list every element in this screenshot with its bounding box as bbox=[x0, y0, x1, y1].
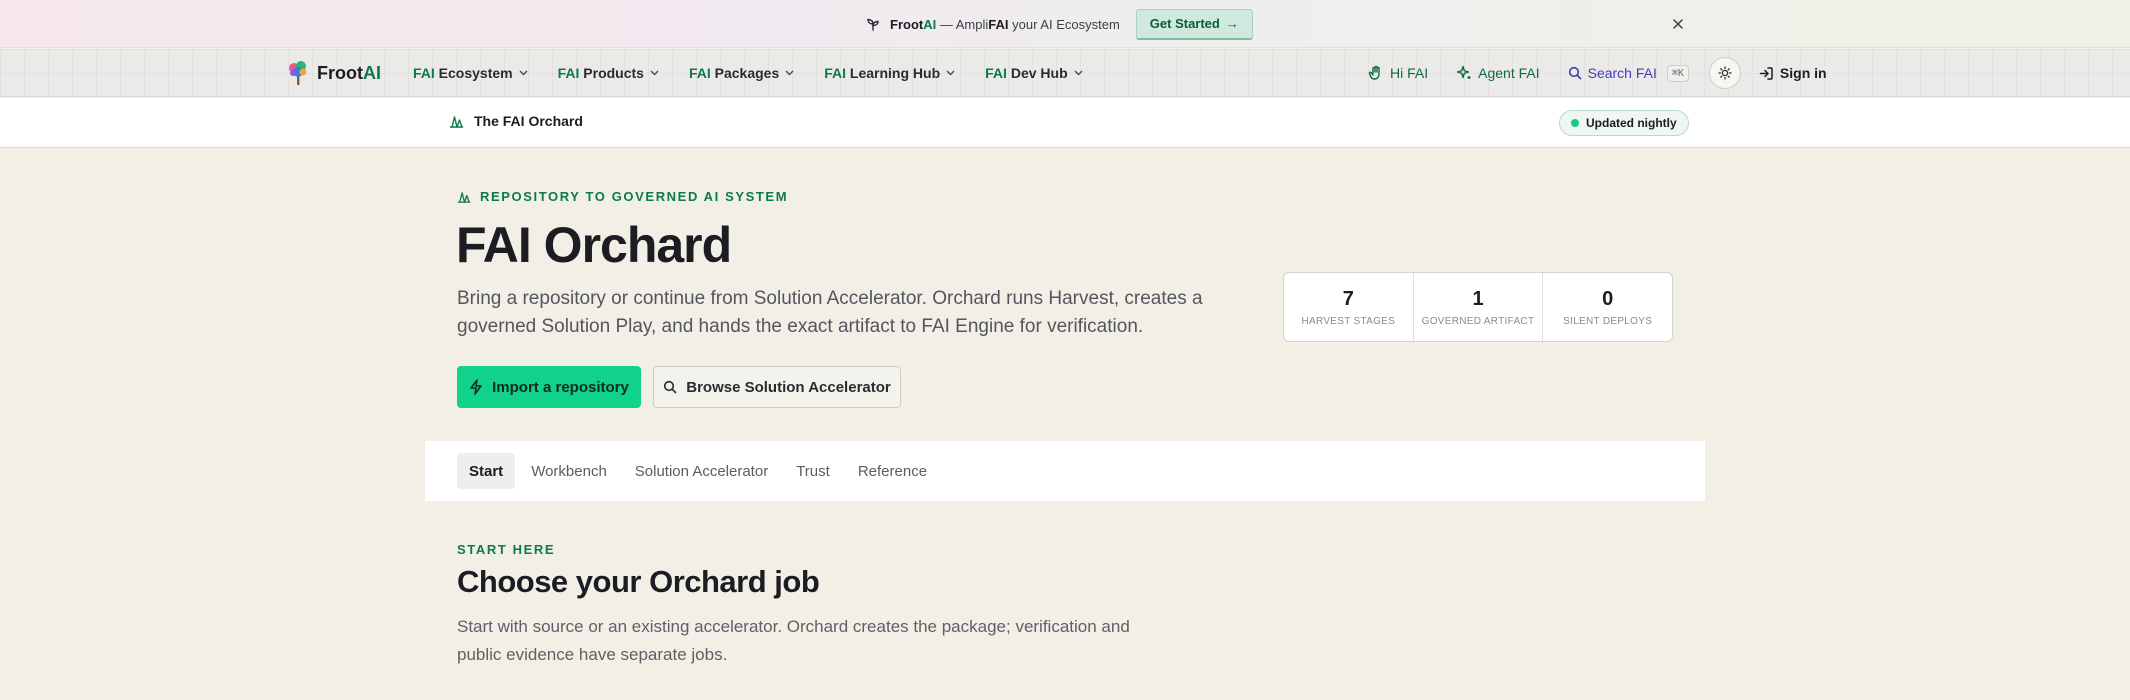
chevron-down-icon bbox=[785, 70, 794, 76]
orchard-home-link[interactable]: The FAI Orchard bbox=[449, 113, 583, 129]
browse-accelerator-label: Browse Solution Accelerator bbox=[686, 378, 891, 396]
chevron-down-icon bbox=[946, 70, 955, 76]
browse-accelerator-button[interactable]: Browse Solution Accelerator bbox=[653, 366, 901, 408]
stat-silent-deploys: 0 SILENT DEPLOYS bbox=[1542, 273, 1672, 341]
chevron-down-icon bbox=[650, 70, 659, 76]
agent-fai-button[interactable]: Agent FAI bbox=[1456, 65, 1540, 81]
sign-in-label: Sign in bbox=[1779, 65, 1827, 81]
logo-text: FrootAI bbox=[317, 62, 381, 83]
menu-fai-learning-hub[interactable]: FAI Learning Hub bbox=[824, 65, 955, 81]
tab-reference[interactable]: Reference bbox=[846, 453, 939, 489]
section-title: Choose your Orchard job bbox=[457, 564, 820, 599]
menu-fai-products[interactable]: FAI Products bbox=[558, 65, 659, 81]
stat-value: 1 bbox=[1472, 287, 1484, 310]
stat-label: SILENT DEPLOYS bbox=[1563, 315, 1653, 327]
sprout-icon bbox=[866, 17, 880, 31]
main-menu: FAI Ecosystem FAI Products FAI Packages … bbox=[413, 49, 1083, 97]
tab-workbench[interactable]: Workbench bbox=[519, 453, 619, 489]
menu-fai-ecosystem[interactable]: FAI Ecosystem bbox=[413, 65, 528, 81]
orchard-icon bbox=[457, 190, 471, 204]
stat-label: GOVERNED ARTIFACT bbox=[1421, 315, 1535, 327]
hero-eyebrow-label: REPOSITORY TO GOVERNED AI SYSTEM bbox=[480, 189, 789, 204]
sign-in-icon bbox=[1759, 66, 1774, 81]
close-icon[interactable] bbox=[1668, 14, 1688, 34]
tabs-bar: Start Workbench Solution Accelerator Tru… bbox=[425, 441, 1705, 501]
hero-eyebrow: REPOSITORY TO GOVERNED AI SYSTEM bbox=[457, 189, 788, 204]
stat-harvest-stages: 7 HARVEST STAGES bbox=[1284, 273, 1413, 341]
announcement-bar: FrootAI — AmpliFAI your AI Ecosystem Get… bbox=[0, 0, 2130, 48]
tab-start[interactable]: Start bbox=[457, 453, 516, 489]
menu-fai-dev-hub[interactable]: FAI Dev Hub bbox=[985, 65, 1083, 81]
tree-logo-icon bbox=[287, 60, 309, 86]
stat-value: 0 bbox=[1602, 287, 1614, 310]
search-icon bbox=[1568, 66, 1582, 80]
arrow-right-icon: → bbox=[1225, 16, 1239, 31]
hero-description: Bring a repository or continue from Solu… bbox=[457, 288, 1203, 337]
section-eyebrow: START HERE bbox=[457, 542, 556, 557]
stats-panel: 7 HARVEST STAGES 1 GOVERNED ARTIFACT 0 S… bbox=[1283, 272, 1673, 342]
stat-governed-artifact: 1 GOVERNED ARTIFACT bbox=[1412, 273, 1543, 341]
search-shortcut-badge: ⌘K bbox=[1666, 64, 1689, 82]
tab-list: Start Workbench Solution Accelerator Tru… bbox=[457, 453, 939, 489]
search-fai-label: Search FAI bbox=[1587, 65, 1657, 81]
import-repository-label: Import a repository bbox=[492, 378, 629, 396]
hi-fai-button[interactable]: Hi FAI bbox=[1368, 65, 1428, 81]
status-badge: Updated nightly bbox=[1559, 110, 1689, 136]
logo[interactable]: FrootAI bbox=[287, 59, 381, 87]
section-description: Start with source or an existing acceler… bbox=[457, 617, 1130, 664]
theme-toggle-button[interactable] bbox=[1708, 57, 1741, 89]
hi-fai-label: Hi FAI bbox=[1390, 65, 1429, 81]
lightning-icon bbox=[469, 379, 483, 395]
menu-fai-packages[interactable]: FAI Packages bbox=[689, 65, 794, 81]
right-navigation: Hi FAI Agent FAI Search FAI ⌘K Sign in bbox=[1368, 49, 1827, 97]
chevron-down-icon bbox=[1074, 70, 1083, 76]
sign-in-button[interactable]: Sign in bbox=[1759, 65, 1827, 81]
hand-wave-icon bbox=[1368, 65, 1384, 81]
sparkle-icon bbox=[1456, 65, 1472, 81]
agent-fai-label: Agent FAI bbox=[1478, 65, 1540, 81]
get-started-label: Get Started bbox=[1149, 16, 1220, 31]
chevron-down-icon bbox=[519, 70, 528, 76]
sun-icon bbox=[1718, 66, 1732, 80]
search-icon bbox=[663, 380, 677, 394]
announcement-text: FrootAI — AmpliFAI your AI Ecosystem bbox=[890, 16, 1120, 32]
announcement-content: FrootAI — AmpliFAI your AI Ecosystem Get… bbox=[866, 8, 1253, 40]
main-navigation: FrootAI FAI Ecosystem FAI Products FAI P… bbox=[0, 49, 2130, 97]
status-badge-label: Updated nightly bbox=[1586, 116, 1677, 130]
import-repository-button[interactable]: Import a repository bbox=[457, 366, 641, 408]
status-dot bbox=[1571, 119, 1579, 127]
page-subheader: The FAI Orchard Updated nightly bbox=[0, 98, 2130, 148]
orchard-icon bbox=[449, 114, 464, 129]
page-title: FAI Orchard bbox=[456, 217, 732, 273]
stat-value: 7 bbox=[1342, 287, 1354, 310]
tab-solution-accelerator[interactable]: Solution Accelerator bbox=[623, 453, 780, 489]
tab-trust[interactable]: Trust bbox=[784, 453, 842, 489]
get-started-button[interactable]: Get Started → bbox=[1135, 8, 1253, 40]
stat-label: HARVEST STAGES bbox=[1301, 315, 1396, 327]
search-fai-button[interactable]: Search FAI ⌘K bbox=[1568, 64, 1689, 82]
subheader-title: The FAI Orchard bbox=[474, 113, 583, 129]
